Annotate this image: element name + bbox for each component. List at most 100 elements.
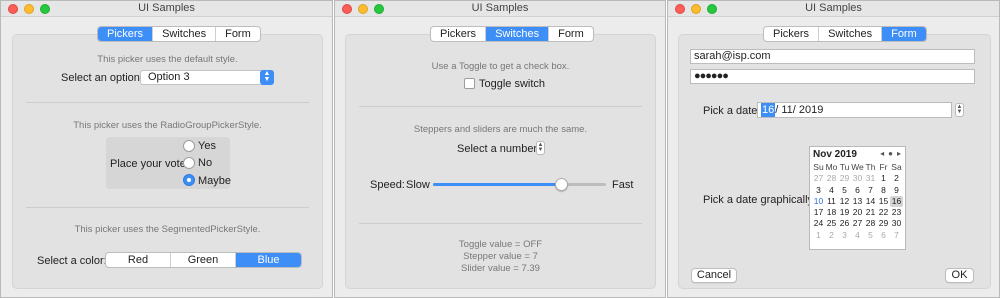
calendar-day[interactable]: 10 [812, 196, 825, 207]
calendar-day[interactable]: 13 [851, 196, 864, 207]
calendar-day[interactable]: 9 [890, 185, 903, 196]
cancel-button[interactable]: Cancel [691, 268, 737, 283]
tab-switches[interactable]: Switches [153, 27, 217, 41]
calendar-today-icon[interactable]: ● [888, 149, 893, 158]
tab-bar: Pickers Switches Form [763, 26, 927, 42]
calendar-day[interactable]: 26 [838, 218, 851, 229]
calendar-prev-icon[interactable]: ◂ [880, 149, 884, 158]
fast-label: Fast [612, 179, 634, 191]
calendar-day[interactable]: 22 [877, 207, 890, 218]
calendar-day[interactable]: 30 [851, 173, 864, 184]
password-field[interactable]: ●●●●●● [690, 69, 975, 84]
calendar-day[interactable]: 16 [890, 195, 903, 208]
calendar-day[interactable]: 3 [838, 230, 851, 241]
vote-label: Place your vote: [110, 158, 189, 170]
calendar-next-icon[interactable]: ▸ [897, 149, 901, 158]
date-stepper[interactable]: ▲ ▼ [955, 103, 964, 117]
tab-form[interactable]: Form [549, 27, 593, 41]
calendar-day[interactable]: 12 [838, 196, 851, 207]
calendar-day[interactable]: 27 [812, 173, 825, 184]
stepper-value-text: Stepper value = 7 [463, 251, 538, 262]
calendar-day[interactable]: 20 [851, 207, 864, 218]
speed-slider-thumb[interactable] [554, 178, 568, 191]
number-label: Select a number: [457, 143, 541, 155]
calendar-day[interactable]: 8 [877, 185, 890, 196]
calendar-day[interactable]: 1 [812, 230, 825, 241]
calendar-day[interactable]: 7 [864, 185, 877, 196]
calendar-day[interactable]: 25 [825, 218, 838, 229]
tab-switches[interactable]: Switches [486, 27, 550, 41]
calendar-day[interactable]: 30 [890, 218, 903, 229]
tab-form[interactable]: Form [882, 27, 926, 41]
calendar-day[interactable]: 19 [838, 207, 851, 218]
calendar-weekday: Sa [891, 162, 902, 172]
calendar-day[interactable]: 4 [825, 185, 838, 196]
date-label: Pick a date: [703, 105, 761, 117]
calendar-day[interactable]: 28 [864, 218, 877, 229]
color-option-blue[interactable]: Blue [236, 253, 301, 267]
tab-pickers[interactable]: Pickers [431, 27, 487, 41]
radio-no-label: No [198, 157, 213, 169]
calendar-day[interactable]: 4 [851, 230, 864, 241]
tab-pickers[interactable]: Pickers [98, 27, 154, 41]
radio-yes-label: Yes [198, 140, 216, 152]
option-popup[interactable]: Option 3 ▲ ▼ [140, 70, 274, 85]
calendar-day[interactable]: 28 [825, 173, 838, 184]
calendar-day[interactable]: 7 [890, 230, 903, 241]
color-option-green[interactable]: Green [171, 253, 236, 267]
tab-pickers[interactable]: Pickers [764, 27, 820, 41]
number-stepper[interactable]: ▲ ▼ [536, 141, 545, 155]
calendar-day[interactable]: 5 [864, 230, 877, 241]
calendar-day[interactable]: 6 [851, 185, 864, 196]
window-title: UI Samples [805, 2, 862, 14]
calendar-day[interactable]: 5 [838, 185, 851, 196]
tab-form[interactable]: Form [216, 27, 260, 41]
toggle-checkbox[interactable] [464, 78, 475, 89]
calendar-weekday: Th [865, 162, 876, 172]
window-pickers: UI Samples Pickers Switches Form This pi… [0, 0, 333, 298]
calendar-day[interactable]: 17 [812, 207, 825, 218]
calendar-nav: ◂ ● ▸ [880, 149, 901, 158]
email-field[interactable]: sarah@isp.com [690, 49, 975, 64]
calendar-day[interactable]: 2 [825, 230, 838, 241]
calendar-day[interactable]: 1 [877, 173, 890, 184]
color-label: Select a color: [37, 255, 107, 267]
titlebar: UI Samples [668, 1, 999, 17]
radio-yes[interactable] [183, 140, 195, 152]
divider [359, 223, 642, 224]
calendar-day[interactable]: 14 [864, 196, 877, 207]
calendar-day[interactable]: 6 [877, 230, 890, 241]
slow-label: Slow [406, 179, 430, 191]
stepper-caption: Steppers and sliders are much the same. [413, 124, 588, 135]
speed-slider-track[interactable] [433, 183, 606, 186]
toggle-value-text: Toggle value = OFF [458, 239, 543, 250]
radio-maybe[interactable] [183, 174, 195, 186]
calendar-weekday: Tu [839, 162, 850, 172]
calendar-day[interactable]: 15 [877, 196, 890, 207]
date-field[interactable]: 16 / 11/ 2019 [757, 102, 952, 118]
calendar-day[interactable]: 29 [838, 173, 851, 184]
calendar-day[interactable]: 23 [890, 207, 903, 218]
tab-bar: Pickers Switches Form [430, 26, 594, 42]
calendar-day[interactable]: 3 [812, 185, 825, 196]
date-rest-segment[interactable]: / 11/ 2019 [775, 103, 823, 117]
calendar-day[interactable]: 18 [825, 207, 838, 218]
tab-switches[interactable]: Switches [819, 27, 883, 41]
calendar-day[interactable]: 29 [877, 218, 890, 229]
tab-bar: Pickers Switches Form [97, 26, 261, 42]
calendar-day[interactable]: 31 [864, 173, 877, 184]
calendar-day[interactable]: 11 [825, 196, 838, 207]
date-day-segment[interactable]: 16 [761, 103, 776, 117]
option-label: Select an option: [61, 72, 143, 84]
ok-button[interactable]: OK [945, 268, 974, 283]
radio-no[interactable] [183, 157, 195, 169]
titlebar: UI Samples [1, 1, 332, 17]
calendar-day[interactable]: 2 [890, 173, 903, 184]
radio-maybe-label: Maybe [198, 175, 232, 187]
calendar-weekday: Su [813, 162, 824, 172]
titlebar: UI Samples [335, 1, 665, 17]
color-option-red[interactable]: Red [106, 253, 171, 267]
calendar-day[interactable]: 24 [812, 218, 825, 229]
calendar-day[interactable]: 27 [851, 218, 864, 229]
calendar-day[interactable]: 21 [864, 207, 877, 218]
